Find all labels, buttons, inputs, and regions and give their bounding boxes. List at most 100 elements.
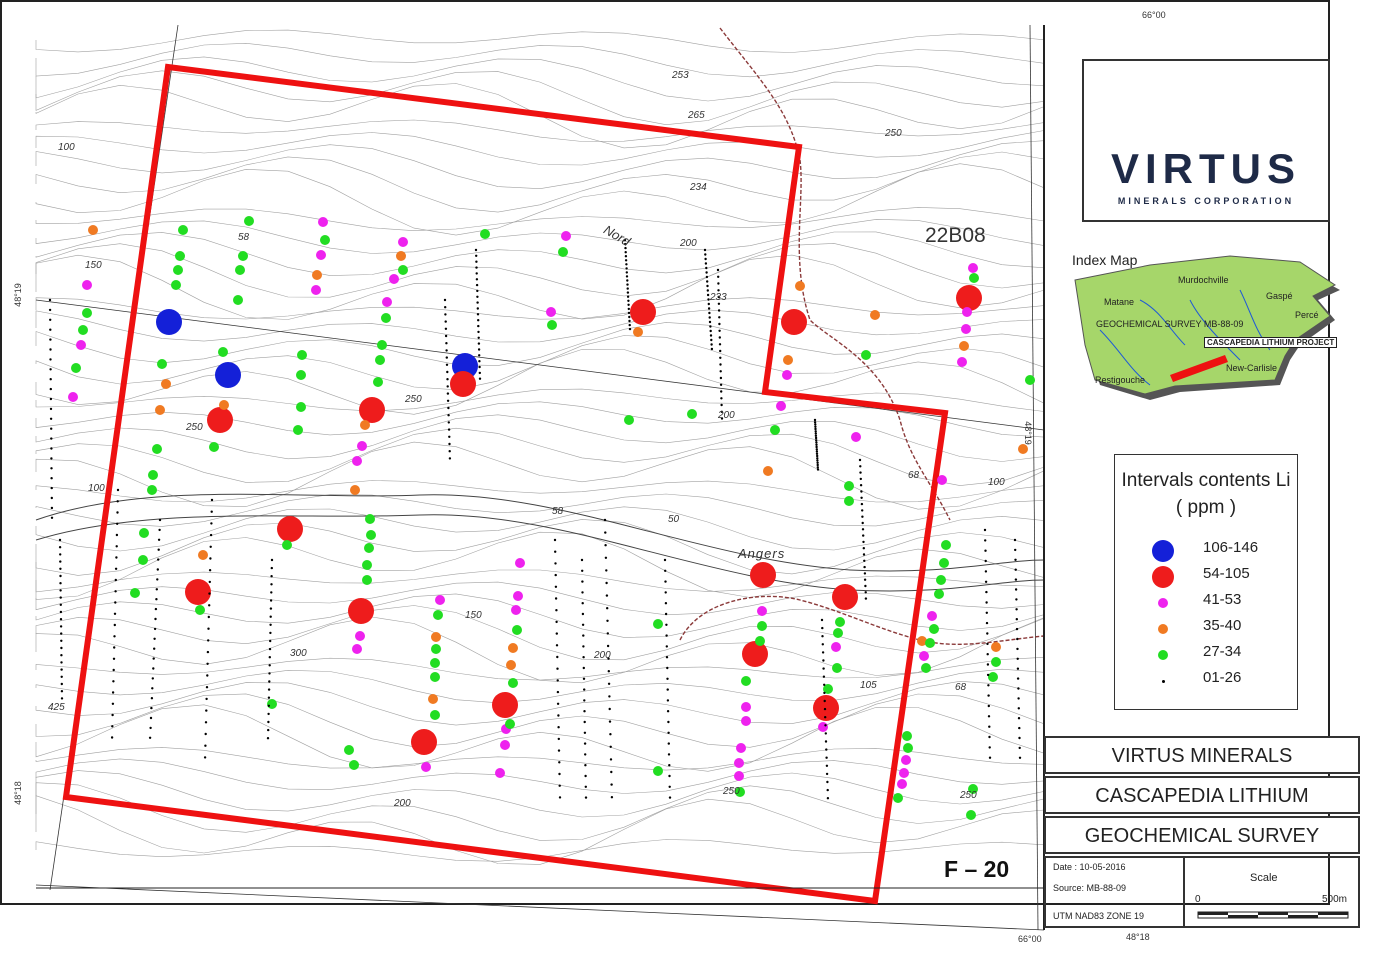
sample-point-trace: [984, 570, 988, 573]
sample-point-trace: [584, 753, 587, 756]
sample-point-trace: [823, 707, 827, 711]
sample-point-trace: [826, 788, 829, 792]
sample-point-trace: [554, 597, 558, 600]
sample-point: [296, 370, 306, 380]
sample-point-trace: [155, 588, 158, 591]
sample-point-trace: [49, 387, 52, 391]
sample-point-trace: [112, 680, 115, 683]
sample-point-trace: [583, 731, 587, 734]
sample-point: [139, 528, 149, 538]
contour-label: 250: [885, 128, 902, 139]
index-map-title: Index Map: [1072, 252, 1138, 268]
left-latitude-bottom-label: 48°18: [12, 781, 23, 805]
sample-point-trace: [475, 283, 479, 287]
sample-point-trace: [610, 796, 614, 799]
sample-point-trace: [825, 756, 828, 759]
sample-point-trace: [113, 646, 116, 649]
sample-point-trace: [1014, 558, 1017, 561]
sample-point-trace: [627, 303, 630, 306]
contour-line: [35, 593, 1045, 638]
sample-point: [741, 702, 751, 712]
sample-point-trace: [820, 618, 824, 622]
contour-line: [35, 693, 1045, 748]
contour-line: [35, 657, 1045, 681]
sample-point: [398, 237, 408, 247]
sample-point: [899, 768, 909, 778]
sample-point-trace: [446, 385, 449, 388]
legend-item: 54-105: [1115, 565, 1297, 589]
sample-point: [318, 217, 328, 227]
contour-label: 58: [552, 506, 564, 517]
sample-point: [546, 307, 556, 317]
sample-point-trace: [153, 627, 157, 631]
sample-point-trace: [59, 596, 62, 599]
sample-point-trace: [444, 306, 447, 309]
sample-point-trace: [204, 732, 207, 736]
sample-point-trace: [628, 319, 631, 323]
sample-point-trace: [115, 545, 118, 548]
sample-point: [366, 530, 376, 540]
sample-point: [1018, 444, 1028, 454]
sample-point: [433, 610, 443, 620]
sample-point-trace: [60, 682, 63, 686]
sample-point-trace: [554, 550, 557, 553]
sample-point: [1025, 375, 1035, 385]
sample-point-trace: [269, 639, 272, 643]
sample-point: [480, 229, 490, 239]
sample-point-trace: [861, 521, 864, 525]
sample-point-trace: [821, 651, 825, 654]
sample-point-trace: [157, 558, 160, 561]
sample-point-trace: [50, 516, 54, 519]
sample-point-trace: [813, 421, 817, 424]
index-place-gaspe: Gaspé: [1266, 291, 1293, 301]
sample-point-trace: [664, 569, 667, 572]
sample-point: [968, 263, 978, 273]
sample-point-trace: [116, 511, 119, 514]
sample-point-trace: [50, 457, 53, 460]
sample-point-trace: [1014, 588, 1018, 591]
sample-point: [78, 325, 88, 335]
sample-point-trace: [626, 283, 629, 286]
sample-point-trace: [557, 714, 560, 717]
sample-point-trace: [111, 725, 114, 728]
sample-point-trace: [610, 770, 613, 774]
sample-point-trace: [859, 471, 862, 474]
sample-point-trace: [150, 706, 153, 710]
sample-point: [320, 235, 330, 245]
sample-point: [68, 392, 78, 402]
sample-point-trace: [205, 686, 209, 689]
title-company: VIRTUS MINERALS CORPORATION: [1044, 736, 1360, 803]
sample-point-trace: [49, 407, 53, 411]
sample-point-trace: [668, 774, 671, 778]
sample-point-trace: [666, 710, 670, 713]
sample-point: [312, 270, 322, 280]
sample-point-trace: [1013, 538, 1017, 542]
contour-label: 250: [186, 422, 203, 433]
sample-point-trace: [717, 282, 720, 285]
sample-point: [430, 710, 440, 720]
sample-point-trace: [863, 559, 866, 562]
sample-point: [435, 595, 445, 605]
sample-point: [364, 543, 374, 553]
sample-point-trace: [446, 370, 449, 374]
sample-point-trace: [270, 558, 274, 562]
sample-point-trace: [710, 343, 713, 346]
sample-point-trace: [605, 581, 608, 585]
contour-line: [35, 519, 1045, 576]
sample-point-trace: [581, 591, 584, 594]
sample-point-trace: [706, 284, 709, 288]
sample-point-trace: [816, 454, 819, 458]
sample-point: [962, 307, 972, 317]
sample-point: [311, 285, 321, 295]
sample-point-trace: [478, 354, 481, 357]
sample-point-trace: [270, 591, 273, 594]
contour-line: [35, 254, 1045, 320]
sample-point-trace: [1014, 548, 1017, 552]
contour-label: 250: [405, 394, 422, 405]
sample-point-trace: [824, 732, 827, 735]
contour-label: 100: [988, 477, 1005, 488]
sample-point-trace: [582, 645, 585, 648]
sample-point-trace: [269, 623, 272, 626]
contour-label: 300: [290, 648, 307, 659]
sample-point: [921, 663, 931, 673]
